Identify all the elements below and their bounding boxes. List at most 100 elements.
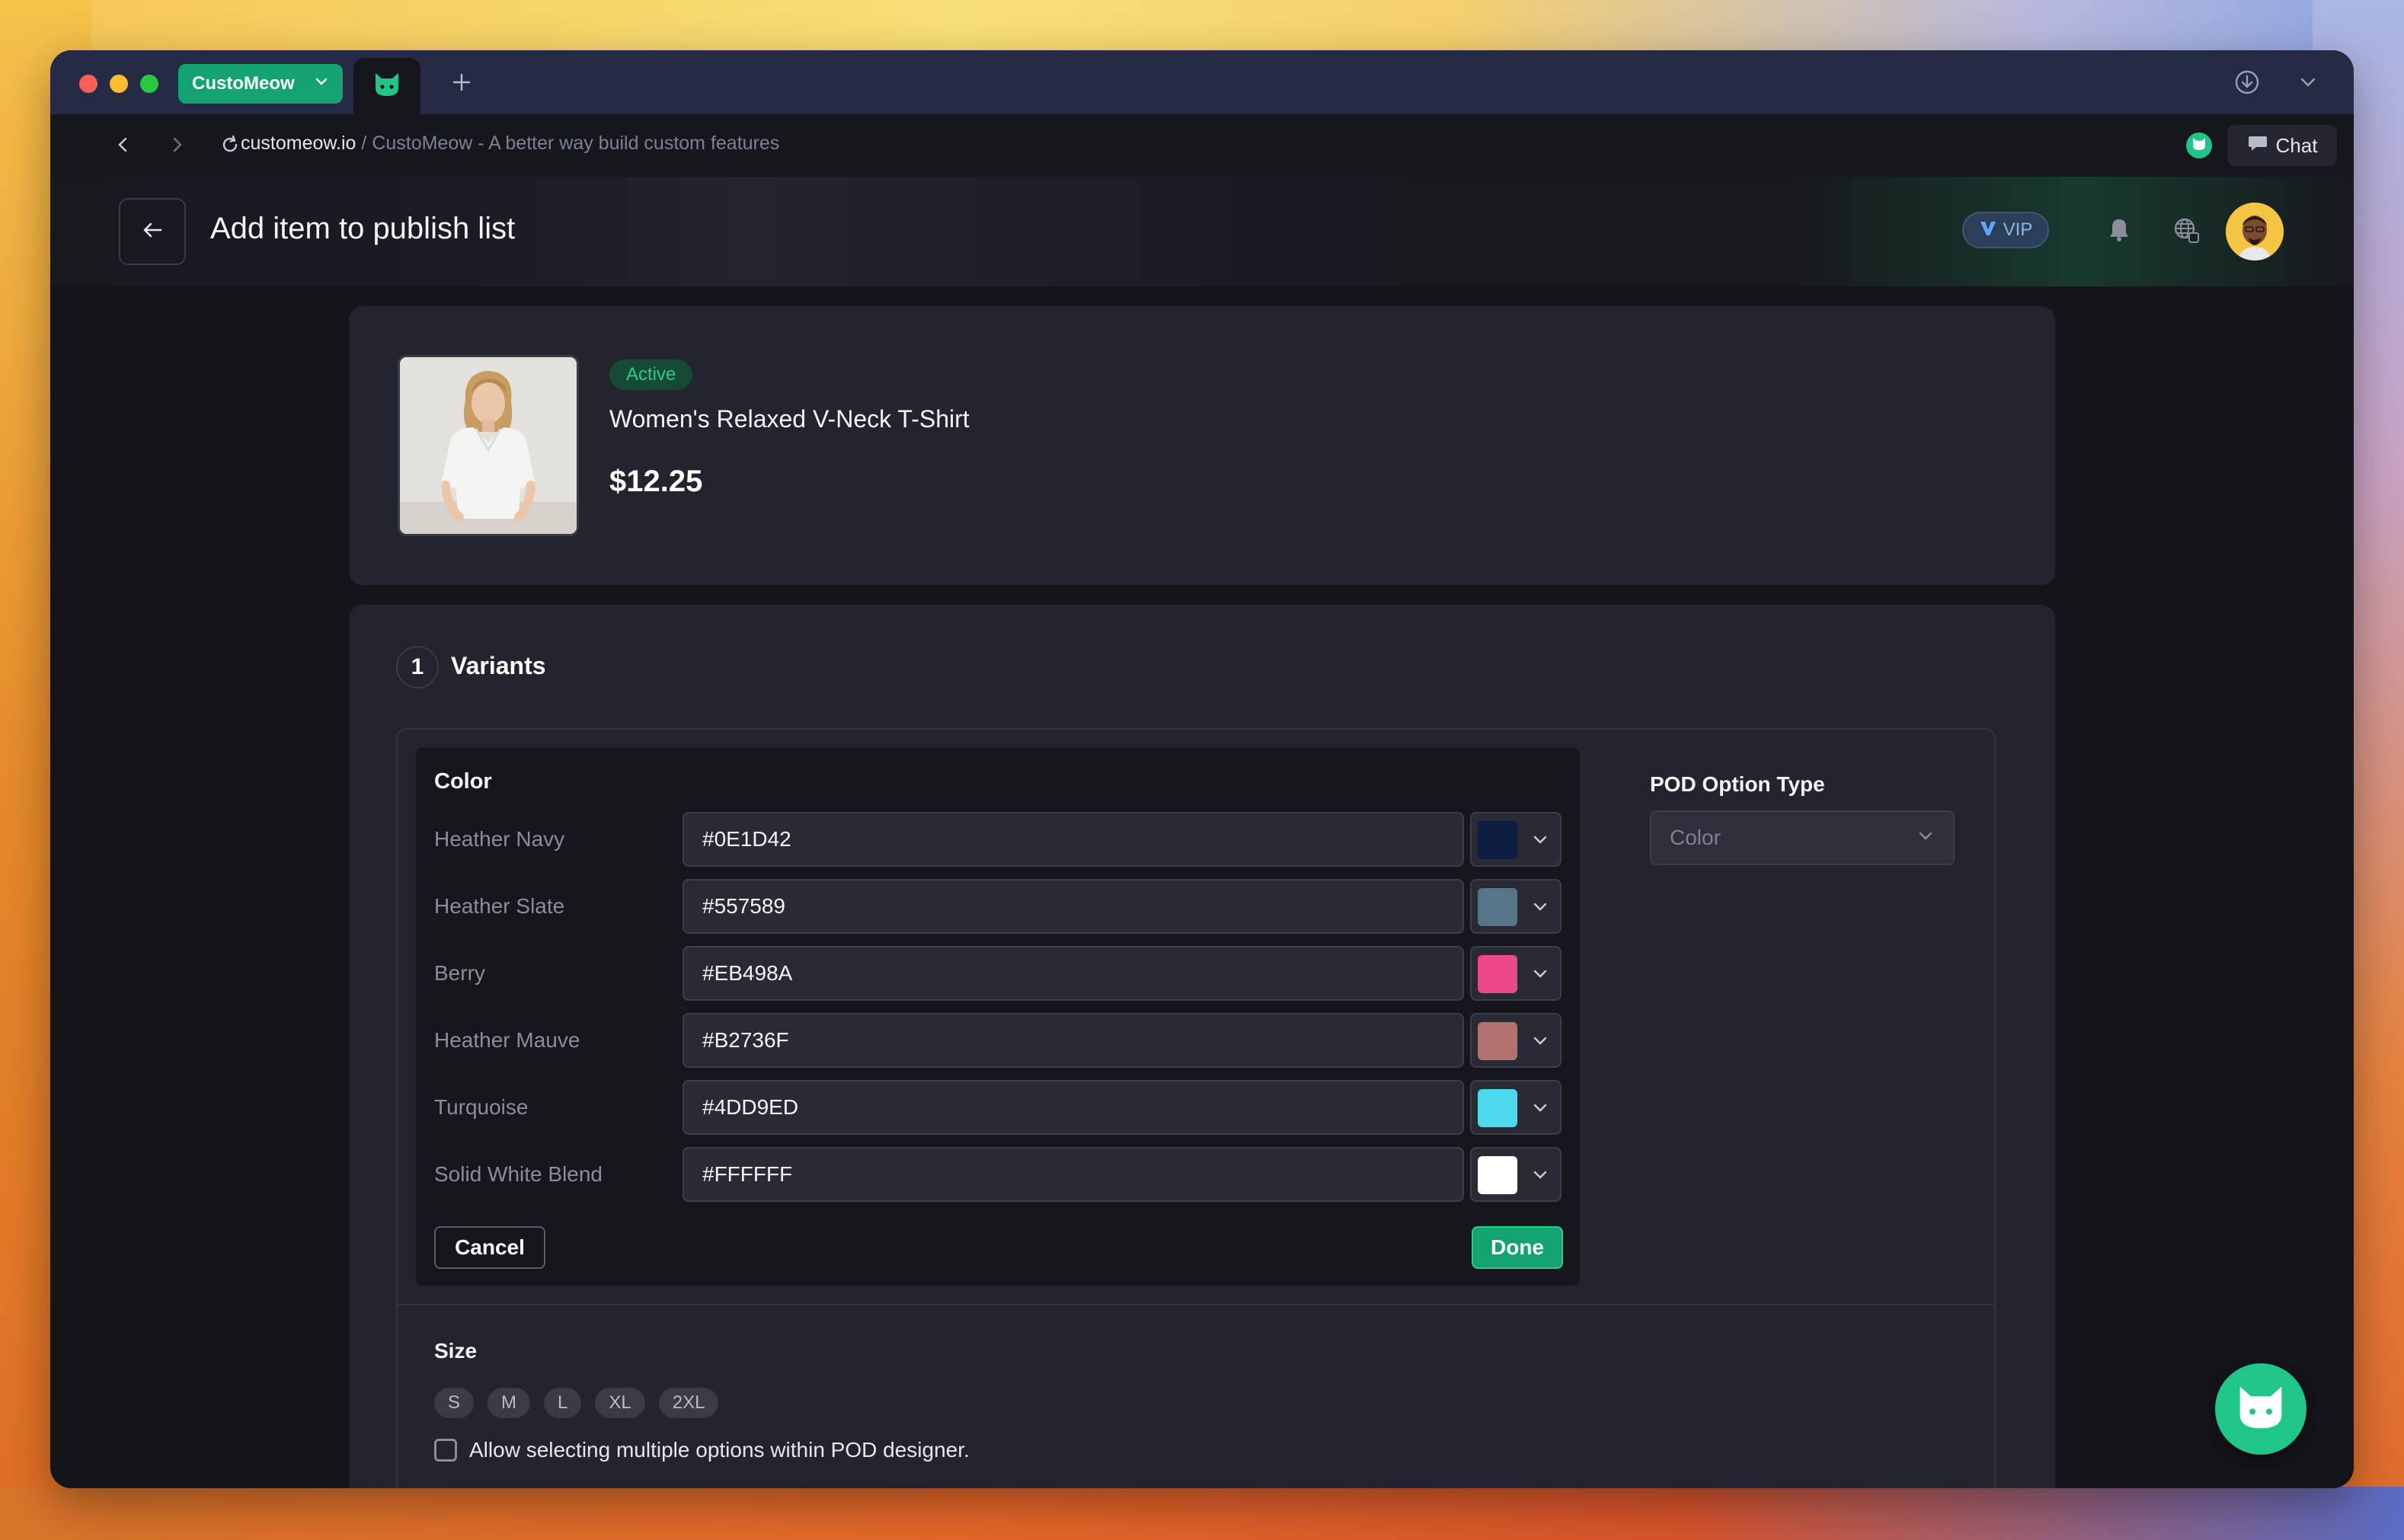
color-picker-button[interactable] xyxy=(1470,879,1562,934)
color-picker-button[interactable] xyxy=(1470,812,1562,867)
downloads-button[interactable] xyxy=(2232,69,2262,99)
color-name: Heather Slate xyxy=(434,894,565,918)
pod-option-type-label: POD Option Type xyxy=(1650,772,1825,796)
section-title: Variants xyxy=(451,652,546,679)
plus-icon xyxy=(451,68,472,100)
size-section-title: Size xyxy=(434,1339,478,1363)
product-image xyxy=(398,355,579,536)
size-chip[interactable]: XL xyxy=(595,1388,645,1418)
color-row: Solid White Blend xyxy=(416,1147,1580,1202)
color-section-title: Color xyxy=(434,769,492,794)
forward-nav-button[interactable] xyxy=(160,129,193,163)
workspace-switcher-button[interactable]: CustoMeow xyxy=(178,64,343,104)
color-swatch xyxy=(1478,1022,1517,1060)
language-button[interactable] xyxy=(2169,215,2203,248)
hex-input[interactable] xyxy=(683,812,1464,867)
notifications-button[interactable] xyxy=(2102,215,2136,248)
page-title: Add item to publish list xyxy=(210,212,516,245)
arrow-left-icon xyxy=(139,217,165,247)
close-window-button[interactable] xyxy=(79,75,98,93)
multi-select-checkbox[interactable] xyxy=(434,1439,457,1462)
minimize-window-button[interactable] xyxy=(110,75,128,93)
url-field[interactable]: customeow.io / CustoMeow - A better way … xyxy=(241,133,779,155)
chevron-right-icon xyxy=(167,135,187,158)
multi-select-label: Allow selecting multiple options within … xyxy=(469,1438,970,1462)
color-swatch xyxy=(1478,955,1517,993)
color-swatch xyxy=(1478,1156,1517,1194)
extension-button[interactable] xyxy=(2186,133,2212,158)
address-bar: customeow.io / CustoMeow - A better way … xyxy=(50,114,2354,177)
size-chip[interactable]: S xyxy=(434,1388,475,1418)
bell-icon xyxy=(2107,217,2131,247)
download-icon xyxy=(2234,69,2260,99)
hex-input[interactable] xyxy=(683,1147,1464,1202)
workspace-label: CustoMeow xyxy=(192,73,295,94)
vip-badge[interactable]: VIP xyxy=(1962,212,2049,248)
color-picker-button[interactable] xyxy=(1470,1013,1562,1068)
reload-icon xyxy=(219,134,241,159)
hex-input[interactable] xyxy=(683,1013,1464,1068)
main-content: Active Women's Relaxed V-Neck T-Shirt $1… xyxy=(50,286,2354,1488)
color-name: Turquoise xyxy=(434,1095,529,1119)
back-nav-button[interactable] xyxy=(107,129,140,163)
color-swatch xyxy=(1478,888,1517,926)
support-chat-button[interactable] xyxy=(2215,1363,2306,1455)
chat-button[interactable]: Chat xyxy=(2227,125,2337,166)
maximize-window-button[interactable] xyxy=(140,75,158,93)
size-chip[interactable]: M xyxy=(488,1388,531,1418)
vip-v-icon xyxy=(1979,218,1997,242)
pod-option-type-value: Color xyxy=(1670,826,1721,849)
hex-input[interactable] xyxy=(683,946,1464,1001)
new-tab-button[interactable] xyxy=(443,65,480,102)
status-badge: Active xyxy=(609,359,693,390)
divider xyxy=(398,1304,1994,1305)
color-row: Heather Mauve xyxy=(416,1013,1580,1068)
chevron-down-icon xyxy=(1531,830,1549,852)
color-name: Solid White Blend xyxy=(434,1162,603,1186)
done-button[interactable]: Done xyxy=(1472,1226,1563,1269)
pod-option-type-select[interactable]: Color xyxy=(1650,810,1955,865)
url-domain: customeow.io xyxy=(241,133,356,154)
color-picker-button[interactable] xyxy=(1470,946,1562,1001)
color-picker-button[interactable] xyxy=(1470,1147,1562,1202)
color-row: Berry xyxy=(416,946,1580,1001)
color-row: Heather Navy xyxy=(416,812,1580,867)
chevron-down-icon xyxy=(1531,964,1549,986)
hex-input[interactable] xyxy=(683,1080,1464,1135)
color-name: Berry xyxy=(434,961,485,985)
color-name: Heather Navy xyxy=(434,827,565,851)
title-bar: CustoMeow xyxy=(50,50,2354,114)
color-row: Heather Slate xyxy=(416,879,1580,934)
tab-list-button[interactable] xyxy=(2293,69,2323,99)
chevron-down-icon xyxy=(1916,826,1935,850)
chevron-down-icon xyxy=(1531,897,1549,919)
cat-logo-icon xyxy=(373,72,401,101)
color-row: Turquoise xyxy=(416,1080,1580,1135)
product-price: $12.25 xyxy=(609,465,703,498)
url-page-title: CustoMeow - A better way build custom fe… xyxy=(372,133,780,154)
variants-card: 1 Variants Color Heather Navy Heather xyxy=(349,605,2055,1488)
color-editor: Color Heather Navy Heather Slate xyxy=(416,748,1580,1286)
active-tab[interactable] xyxy=(353,58,420,114)
color-swatch xyxy=(1478,1089,1517,1127)
cancel-button[interactable]: Cancel xyxy=(434,1226,545,1269)
size-chip[interactable]: 2XL xyxy=(658,1388,719,1418)
size-chips: S M L XL 2XL xyxy=(434,1388,719,1418)
chevron-left-icon xyxy=(113,135,133,158)
color-swatch xyxy=(1478,821,1517,859)
chevron-down-icon xyxy=(2297,72,2319,97)
chevron-down-icon xyxy=(1531,1165,1549,1187)
hex-input[interactable] xyxy=(683,879,1464,934)
chevron-down-icon xyxy=(1531,1098,1549,1120)
cat-logo-icon xyxy=(2234,1384,2287,1435)
url-separator: / xyxy=(356,133,372,154)
browser-window: CustoMeow customeow.io / CustoMeow - A b… xyxy=(50,50,2354,1488)
back-button[interactable] xyxy=(119,198,186,265)
color-name: Heather Mauve xyxy=(434,1028,580,1052)
color-picker-button[interactable] xyxy=(1470,1080,1562,1135)
avatar[interactable] xyxy=(2226,203,2284,260)
variants-panel: Color Heather Navy Heather Slate xyxy=(396,728,1996,1488)
chevron-down-icon xyxy=(314,73,329,94)
size-chip[interactable]: L xyxy=(544,1388,582,1418)
product-card: Active Women's Relaxed V-Neck T-Shirt $1… xyxy=(349,306,2055,585)
